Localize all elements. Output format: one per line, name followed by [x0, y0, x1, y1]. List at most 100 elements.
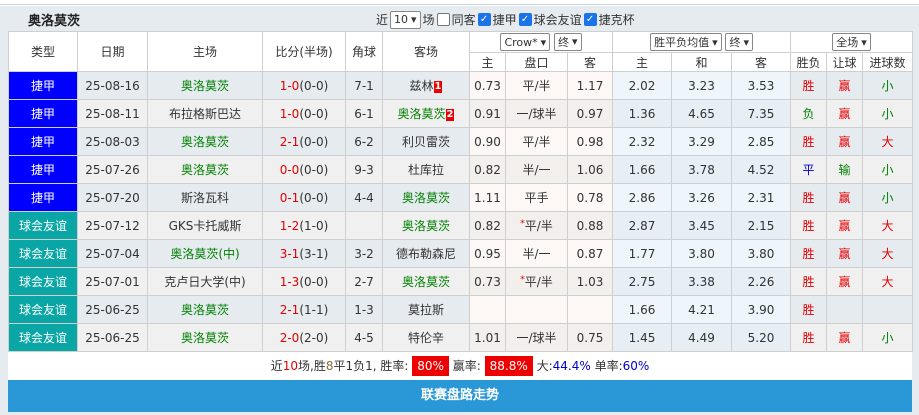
euro-away-odds: 2.31: [731, 183, 792, 212]
corners: 6-1: [345, 99, 383, 128]
header-away: 客场: [382, 31, 470, 72]
euro-away-odds: 4.52: [731, 155, 792, 184]
euro-draw-odds: 3.45: [671, 211, 733, 240]
header-score: 比分(半场): [262, 31, 346, 72]
home-team[interactable]: 奥洛莫茨: [147, 155, 263, 184]
result: 负: [790, 99, 828, 128]
scope-select[interactable]: 全场 ▾: [832, 33, 871, 51]
top-divider: [0, 0, 919, 5]
away-team[interactable]: 杜库拉: [382, 155, 470, 184]
score[interactable]: 3-1(3-1): [262, 239, 346, 268]
score[interactable]: 0-1(0-0): [262, 183, 346, 212]
score[interactable]: 2-0(2-0): [262, 323, 346, 352]
goals-result: 小: [862, 155, 914, 184]
score[interactable]: 1-0(0-0): [262, 99, 346, 128]
odd-rate: 60%: [622, 359, 650, 373]
handicap: *平/半: [505, 267, 568, 296]
result: 胜: [790, 127, 828, 156]
asian-home-odds: 0.91: [469, 99, 506, 128]
away-team[interactable]: 奥洛莫茨: [382, 267, 470, 296]
home-team[interactable]: 奥洛莫茨: [147, 127, 263, 156]
score[interactable]: 1-2(1-0): [262, 211, 346, 240]
asian-away-odds: 0.97: [566, 99, 614, 128]
match-type[interactable]: 球会友谊: [8, 295, 78, 324]
euro-home-odds: 1.36: [612, 99, 673, 128]
corners: 1-3: [345, 295, 383, 324]
asian-time-select[interactable]: 终 ▾: [554, 32, 582, 51]
match-type[interactable]: 捷甲: [8, 183, 78, 212]
result: 胜: [790, 71, 828, 100]
header-corner: 角球: [345, 31, 383, 72]
away-team[interactable]: 奥洛莫茨: [382, 183, 470, 212]
goals-result: 小: [862, 183, 914, 212]
match-type[interactable]: 球会友谊: [8, 267, 78, 296]
asian-home-odds: 0.73: [469, 71, 506, 100]
match-type[interactable]: 捷甲: [8, 127, 78, 156]
score[interactable]: 2-1(0-0): [262, 127, 346, 156]
recent-label: 近: [376, 13, 389, 27]
euro-time-select[interactable]: 终 ▾: [725, 33, 753, 51]
match-type[interactable]: 球会友谊: [8, 323, 78, 352]
asian-away-odds: 0.98: [566, 127, 614, 156]
over-rate: 44.4%: [552, 359, 591, 373]
handicap-result: 输: [826, 155, 864, 184]
goals-result: 小: [862, 323, 914, 352]
match-type[interactable]: 捷甲: [8, 155, 78, 184]
cup-label: 捷克杯: [598, 13, 635, 27]
league-trend-button[interactable]: 联赛盘路走势: [8, 380, 912, 412]
euro-draw-odds: 3.29: [671, 127, 733, 156]
away-team[interactable]: 兹林1: [382, 71, 470, 100]
euro-home-odds: 1.45: [612, 323, 673, 352]
match-type[interactable]: 球会友谊: [8, 211, 78, 240]
home-team[interactable]: 奥洛莫茨: [147, 295, 263, 324]
match-type[interactable]: 捷甲: [8, 99, 78, 128]
handicap-result: 赢: [826, 127, 864, 156]
score[interactable]: 0-0(0-0): [262, 155, 346, 184]
asian-odds-header: Crow* ▾ 终 ▾: [468, 31, 614, 53]
away-team[interactable]: 特伦辛: [382, 323, 470, 352]
score[interactable]: 2-1(1-1): [262, 295, 346, 324]
header-type: 类型: [8, 31, 78, 72]
home-team[interactable]: 布拉格斯巴达: [147, 99, 263, 128]
score[interactable]: 1-3(0-0): [262, 267, 346, 296]
handicap-result: [826, 295, 864, 324]
match-type[interactable]: 捷甲: [8, 71, 78, 100]
corners: 7-1: [345, 71, 383, 100]
corners: 4-4: [345, 183, 383, 212]
away-team[interactable]: 奥洛莫茨2: [382, 99, 470, 128]
handicap: 平/半: [505, 71, 568, 100]
result: 胜: [790, 323, 828, 352]
home-team[interactable]: 斯洛瓦科: [147, 183, 263, 212]
asian-away-odds: 0.87: [566, 239, 614, 268]
company-select[interactable]: Crow* ▾: [500, 33, 551, 52]
recent-count-select[interactable]: 10 ▾: [390, 10, 421, 29]
away-team[interactable]: 德布勒森尼: [382, 239, 470, 268]
goals-result: [862, 295, 914, 324]
handicap-result: 赢: [826, 183, 864, 212]
match-type[interactable]: 球会友谊: [8, 239, 78, 268]
home-team[interactable]: 奥洛莫茨: [147, 71, 263, 100]
recent-matches-panel: 奥洛莫茨 近 10 ▾ 场 同客 ✓ 捷甲 ✓ 球会友谊 ✓ 捷克杯 类型 日期 主场 …: [0, 6, 919, 415]
league-checkbox[interactable]: ✓: [477, 13, 491, 26]
corners: 3-2: [345, 239, 383, 268]
subheader-goals: 进球数: [862, 52, 914, 72]
same-away-checkbox[interactable]: [436, 13, 450, 26]
away-team[interactable]: 奥洛莫茨: [382, 211, 470, 240]
euro-away-odds: 2.15: [731, 211, 792, 240]
goals-result: 小: [862, 99, 914, 128]
result: 胜: [790, 239, 828, 268]
handicap: 一/球半: [505, 99, 568, 128]
score[interactable]: 1-0(0-0): [262, 71, 346, 100]
home-team[interactable]: 克卢日大学(中): [147, 267, 263, 296]
cup-checkbox[interactable]: ✓: [583, 13, 597, 26]
handicap-result: 赢: [826, 211, 864, 240]
home-team[interactable]: 奥洛莫茨: [147, 323, 263, 352]
friendly-checkbox[interactable]: ✓: [518, 13, 532, 26]
euro-select[interactable]: 胜平负均值 ▾: [650, 33, 722, 51]
home-team[interactable]: 奥洛莫茨(中): [147, 239, 263, 268]
away-team[interactable]: 利贝雷茨: [382, 127, 470, 156]
home-team[interactable]: GKS卡托威斯: [147, 211, 263, 240]
away-team[interactable]: 莫拉斯: [382, 295, 470, 324]
asian-away-odds: 1.03: [566, 267, 614, 296]
match-date: 25-08-03: [77, 127, 148, 156]
